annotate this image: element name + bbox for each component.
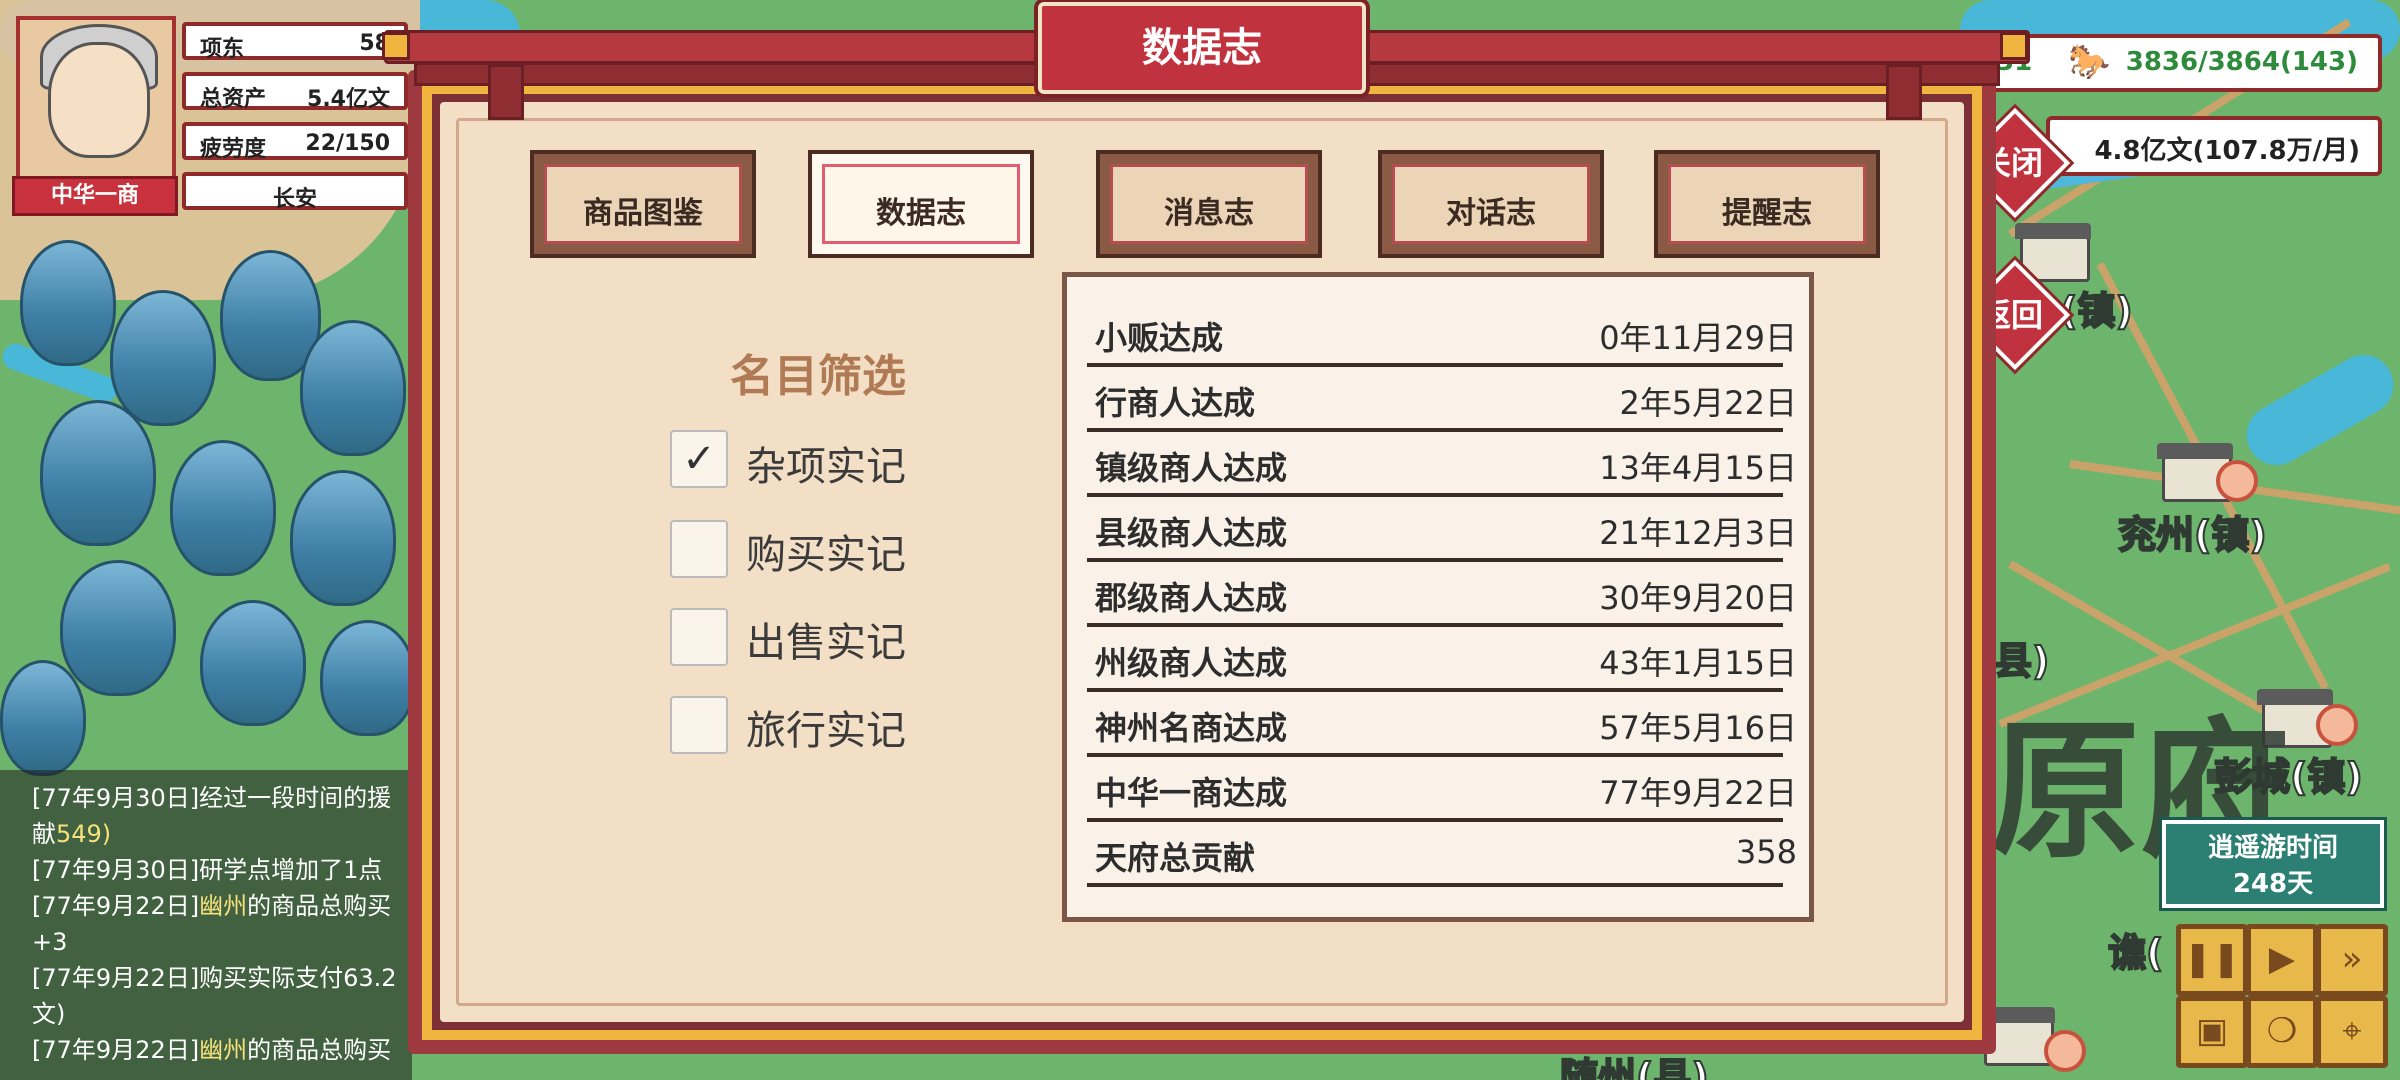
avatar-face xyxy=(48,42,150,158)
list-item: 郡级商人达成 30年9月20日 xyxy=(1087,559,1797,627)
current-location: 长安 xyxy=(272,187,317,212)
trade-coin-icon xyxy=(2316,704,2358,746)
filter-sale-checkbox[interactable] xyxy=(670,608,728,666)
caravan-capacity-panel[interactable]: 31 🐎 3836/3864(143) xyxy=(1980,34,2382,92)
leisure-title: 逍遥游时间 xyxy=(2207,833,2338,863)
list-item: 神州名商达成 57年5月16日 xyxy=(1087,689,1797,757)
list-item: 天府总贡献 358 xyxy=(1087,819,1797,887)
fatigue-panel: 疲劳度 22/150 xyxy=(182,122,408,162)
trade-coin-icon xyxy=(2044,1030,2086,1072)
player-name-panel: 项东 58 xyxy=(182,22,408,62)
log-line: [77年9月22日]幽州的商品总购买 xyxy=(32,892,392,920)
filter-title: 名目筛选 xyxy=(730,351,906,402)
caravan-capacity-value: 3836/3864(143) xyxy=(2125,47,2358,77)
filter-purchase-checkbox[interactable] xyxy=(670,520,728,578)
fatigue-value: 22/150 xyxy=(305,131,390,156)
tab-goods-catalog[interactable]: 商品图鉴 xyxy=(530,150,756,258)
list-item: 镇级商人达成 13年4月15日 xyxy=(1087,429,1797,497)
horse-cart-icon: 🐎 xyxy=(2068,42,2111,82)
filter-travel-label[interactable]: 旅行实记 xyxy=(746,698,906,756)
funds-value: 4.8亿文(107.8万/月) xyxy=(2094,136,2360,166)
log-line: 文) xyxy=(32,1000,66,1028)
leisure-days: 248天 xyxy=(2232,869,2314,899)
log-line: [77年9月30日]研学点增加了1点 xyxy=(32,856,383,884)
filter-misc-label[interactable]: 杂项实记 xyxy=(746,434,906,492)
footprint-icon[interactable]: ❍ xyxy=(2246,996,2318,1068)
filter-misc-checkbox[interactable]: ✓ xyxy=(670,430,728,488)
tab-reminder-log[interactable]: 提醒志 xyxy=(1654,150,1880,258)
filter-sale-label[interactable]: 出售实记 xyxy=(746,610,906,668)
list-item: 中华一商达成 77年9月22日 xyxy=(1087,754,1797,822)
filter-purchase-label[interactable]: 购买实记 xyxy=(746,522,906,580)
list-item: 行商人达成 2年5月22日 xyxy=(1087,364,1797,432)
dialog-title: 数据志 xyxy=(1038,2,1366,94)
tab-dialogue-log[interactable]: 对话志 xyxy=(1378,150,1604,258)
location-pin-icon[interactable]: ⌖ xyxy=(2316,996,2388,1068)
list-item: 县级商人达成 21年12月3日 xyxy=(1087,494,1797,562)
list-item: 小贩达成 0年11月29日 xyxy=(1087,299,1797,367)
cargo-box-icon[interactable]: ▣ xyxy=(2176,996,2248,1068)
assets-panel: 总资产 5.4亿文 xyxy=(182,72,408,112)
town-label[interactable]: 谯( xyxy=(2107,922,2164,977)
event-log[interactable]: [77年9月30日]经过一段时间的援 献549) [77年9月30日]研学点增加… xyxy=(0,770,412,1080)
data-log-dialog: 数据志 商品图鉴 数据志 消息志 对话志 提醒志 名目筛选 ✓ 杂项实记 购买实… xyxy=(382,2,2030,1054)
player-name: 项东 xyxy=(200,37,245,62)
log-line: 献549) xyxy=(32,820,112,848)
assets-value: 5.4亿文 xyxy=(307,87,390,112)
player-avatar[interactable] xyxy=(16,16,176,182)
trade-coin-icon xyxy=(2216,460,2258,502)
log-line: +3 xyxy=(32,928,68,956)
fatigue-label: 疲劳度 xyxy=(200,137,267,162)
tab-message-log[interactable]: 消息志 xyxy=(1096,150,1322,258)
leisure-time-panel: 逍遥游时间 248天 xyxy=(2162,820,2384,908)
tab-data-log[interactable]: 数据志 xyxy=(808,150,1034,258)
play-icon[interactable]: ▶ xyxy=(2246,924,2318,996)
rank-title: 中华一商 xyxy=(12,176,178,216)
log-line: [77年9月22日]幽州的商品总购买 xyxy=(32,1036,392,1064)
town-label[interactable]: 兖州(镇) xyxy=(2117,504,2268,559)
funds-panel: 4.8亿文(107.8万/月) xyxy=(2046,116,2382,176)
town-label[interactable]: (镇) xyxy=(2059,280,2134,335)
assets-label: 总资产 xyxy=(200,87,267,112)
log-line: [77年9月30日]经过一段时间的援 xyxy=(32,784,392,812)
list-item: 州级商人达成 43年1月15日 xyxy=(1087,624,1797,692)
filter-travel-checkbox[interactable] xyxy=(670,696,728,754)
log-line: [77年9月22日]购买实际支付63.2 xyxy=(32,964,397,992)
fast-forward-icon[interactable]: » xyxy=(2316,924,2388,996)
pause-icon[interactable]: ❚❚ xyxy=(2176,924,2248,996)
location-panel[interactable]: 长安 xyxy=(182,172,408,212)
records-list[interactable]: 小贩达成 0年11月29日 行商人达成 2年5月22日 镇级商人达成 13年4月15日… xyxy=(1062,272,1814,922)
